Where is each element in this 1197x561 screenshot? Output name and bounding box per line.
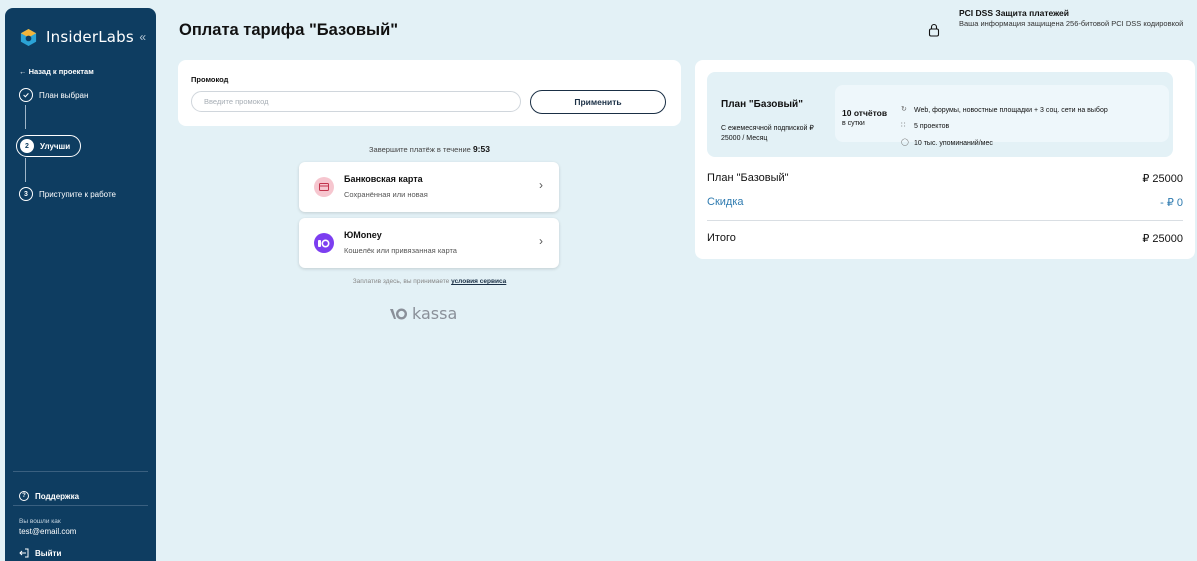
refresh-icon: ↻: [901, 106, 907, 113]
payment-timer: Завершите платёж в течение 9:53: [178, 144, 681, 154]
logo-row: InsiderLabs «: [19, 25, 146, 49]
chevron-right-icon: ›: [539, 178, 543, 192]
pci-title: PCI DSS Защита платежей: [959, 8, 1069, 18]
feature-item: ∷ 5 проектов: [901, 122, 949, 130]
yookassa-mark-icon: [390, 307, 408, 320]
pci-subtitle: Ваша информация защищена 256-битовой PCI…: [959, 19, 1184, 28]
plan-box: План "Базовый" С ежемесячной подпиской ₽…: [707, 72, 1173, 157]
step-connector: [25, 158, 26, 182]
promo-card: Промокод Применить: [178, 60, 681, 126]
help-icon: ?: [19, 491, 29, 501]
summary-divider: [707, 220, 1183, 221]
feature-text: 5 проектов: [914, 122, 950, 130]
sidebar-divider: [13, 471, 148, 472]
payment-subtitle: Сохранённая или новая: [344, 190, 428, 199]
projects-icon: ∷: [901, 122, 906, 129]
promo-label: Промокод: [191, 75, 229, 84]
step-label: Приступите к работе: [39, 189, 116, 199]
feature-item: ↻ Web, форумы, новостные площадки + 3 со…: [901, 106, 1108, 114]
step-label: Улучши: [40, 141, 71, 151]
step-upgrade[interactable]: 2 Улучши: [16, 135, 82, 157]
step-start-work[interactable]: 3 Приступите к работе: [19, 187, 116, 201]
yoomoney-icon: [314, 233, 334, 253]
timer-text: Завершите платёж в течение: [369, 145, 471, 154]
user-email: test@email.com: [19, 527, 77, 536]
plan-description: С ежемесячной подпиской ₽ 25000 / Месяц: [721, 125, 814, 142]
step-number: 2: [20, 139, 34, 153]
support-link[interactable]: ? Поддержка: [19, 491, 79, 501]
insiderlabs-logo-icon: [20, 28, 37, 46]
feature-item: ◯ 10 тыс. упоминаний/мес: [901, 139, 993, 147]
lock-icon: [928, 23, 940, 37]
step-plan-selected[interactable]: План выбран: [19, 88, 88, 102]
summary-row-discount: Скидка - ₽ 0: [707, 196, 1183, 209]
sidebar: InsiderLabs « ← Назад к проектам План вы…: [5, 8, 156, 561]
promo-input[interactable]: [191, 91, 521, 112]
step-number: 3: [19, 187, 33, 201]
terms-link[interactable]: условия сервиса: [451, 278, 506, 285]
terms-text: Заплатив здесь, вы принимаете условия се…: [178, 278, 681, 285]
apply-button[interactable]: Применить: [530, 90, 666, 114]
feature-text: 10 тыс. упоминаний/мес: [914, 139, 993, 147]
payment-subtitle: Кошелёк или привязанная карта: [344, 246, 457, 255]
page-title: Оплата тарифа "Базовый": [179, 21, 399, 39]
yookassa-logo: kassa: [390, 304, 457, 323]
plan-features: 10 отчётов в сутки ↻ Web, форумы, новост…: [835, 85, 1169, 147]
row-label: Скидка: [707, 196, 744, 208]
payment-option-bank-card[interactable]: Банковская карта Сохранённая или новая ›: [299, 162, 559, 212]
row-label: Итого: [707, 232, 736, 244]
chat-icon: ◯: [901, 139, 909, 146]
logo-text: InsiderLabs: [46, 28, 134, 46]
chevron-right-icon: ›: [539, 234, 543, 248]
logged-in-label: Вы вошли как: [19, 518, 61, 525]
payment-title: Банковская карта: [344, 174, 423, 184]
logout-button[interactable]: Выйти: [19, 548, 61, 558]
support-label: Поддержка: [35, 491, 80, 501]
kassa-text: kassa: [412, 304, 458, 323]
payment-title: ЮMoney: [344, 230, 382, 240]
terms-prefix: Заплатив здесь, вы принимаете: [352, 278, 450, 285]
row-label: План "Базовый": [707, 172, 789, 184]
feature-text: Web, форумы, новостные площадки + 3 соц.…: [914, 106, 1108, 114]
plan-name: План "Базовый": [721, 99, 803, 110]
summary-row-plan: План "Базовый" ₽ 25000: [707, 172, 1183, 185]
row-value: - ₽ 0: [1160, 197, 1183, 209]
credit-card-icon: [314, 177, 334, 197]
order-summary: План "Базовый" С ежемесячной подпиской ₽…: [695, 60, 1195, 259]
row-value: ₽ 25000: [1142, 233, 1183, 245]
timer-value: 9:53: [472, 144, 490, 154]
back-to-projects-link[interactable]: ← Назад к проектам: [19, 67, 94, 76]
check-icon: [19, 88, 33, 102]
step-connector: [25, 105, 26, 129]
logout-label: Выйти: [35, 548, 62, 558]
sidebar-divider: [13, 505, 148, 506]
collapse-sidebar-icon[interactable]: «: [139, 30, 146, 44]
row-value: ₽ 25000: [1142, 173, 1183, 185]
reports-period: в сутки: [842, 120, 865, 127]
payment-option-yoomoney[interactable]: ЮMoney Кошелёк или привязанная карта ›: [299, 218, 559, 268]
logout-icon: [19, 548, 29, 558]
reports-count: 10 отчётов: [842, 108, 888, 118]
step-label: План выбран: [39, 90, 89, 100]
summary-row-total: Итого ₽ 25000: [707, 232, 1183, 245]
